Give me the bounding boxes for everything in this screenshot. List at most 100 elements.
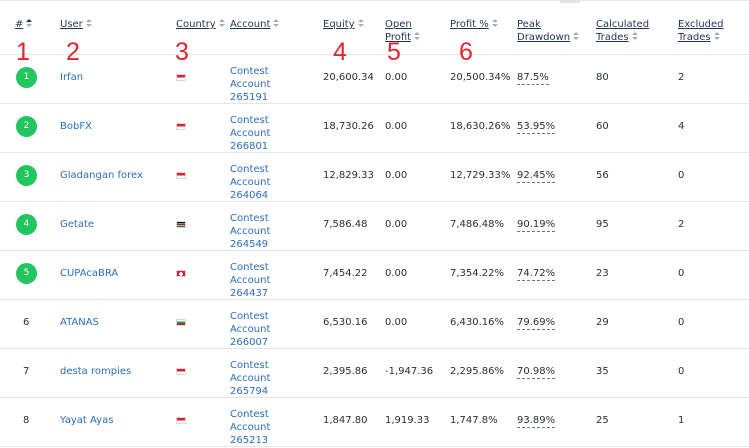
flag-switzerland-icon xyxy=(176,270,186,277)
profit-pct-value: 20,500.34% xyxy=(450,72,511,83)
excluded-trades-value: 0 xyxy=(678,268,685,279)
rank-badge: 2 xyxy=(16,116,37,137)
table-row: 3 Gladangan forex Contest Account 264064 … xyxy=(0,153,749,202)
peak-drawdown-value[interactable]: 79.69% xyxy=(517,317,556,330)
open-profit-value: 0.00 xyxy=(385,72,408,83)
calculated-trades-value: 80 xyxy=(596,72,609,83)
profit-pct-value: 7,354.22% xyxy=(450,268,505,279)
sort-icon xyxy=(713,32,720,41)
user-link[interactable]: Yayat Ayas xyxy=(60,415,113,426)
profit-pct-value: 1,747.8% xyxy=(450,415,498,426)
rank-badge: 4 xyxy=(16,214,37,235)
table-row: 7 desta rompies Contest Account 265794 2,… xyxy=(0,349,749,398)
excluded-trades-value: 0 xyxy=(678,170,685,181)
peak-drawdown-value[interactable]: 53.95% xyxy=(517,121,556,134)
account-link[interactable]: Contest Account 264549 xyxy=(230,212,310,251)
open-profit-value: 0.00 xyxy=(385,219,408,230)
sort-icon xyxy=(414,32,421,41)
table-row: 5 CUPAcaBRA Contest Account 264437 7,454.… xyxy=(0,251,749,300)
user-link[interactable]: BobFX xyxy=(60,121,92,132)
peak-drawdown-value[interactable]: 87.5% xyxy=(517,72,549,85)
header-account[interactable]: Account xyxy=(230,18,280,31)
open-profit-value: 0.00 xyxy=(385,170,408,181)
sort-icon xyxy=(357,19,364,28)
header-country[interactable]: Country xyxy=(176,18,225,31)
sort-icon xyxy=(26,19,33,28)
header-excluded-trades[interactable]: Excluded Trades xyxy=(678,18,724,44)
flag-kenya-icon xyxy=(176,221,186,228)
table-row: 6 ATANAS Contest Account 266007 6,530.16 … xyxy=(0,300,749,349)
peak-drawdown-value[interactable]: 70.98% xyxy=(517,366,556,379)
table-body: 1 Irfan Contest Account 265191 20,600.34 … xyxy=(0,55,749,447)
account-link[interactable]: Contest Account 266801 xyxy=(230,114,310,153)
equity-value: 18,730.26 xyxy=(323,121,374,132)
sort-icon xyxy=(491,19,498,28)
equity-value: 6,530.16 xyxy=(323,317,368,328)
equity-value: 7,586.48 xyxy=(323,219,368,230)
sort-icon xyxy=(85,19,92,28)
flag-indonesia-icon xyxy=(176,368,186,375)
header-profit-pct[interactable]: Profit % xyxy=(450,18,498,31)
account-link[interactable]: Contest Account 264064 xyxy=(230,163,310,202)
flag-indonesia-icon xyxy=(176,74,186,81)
header-equity[interactable]: Equity xyxy=(323,18,364,31)
user-link[interactable]: Getate xyxy=(60,219,94,230)
excluded-trades-value: 1 xyxy=(678,415,685,426)
rank-badge: 5 xyxy=(16,263,37,284)
equity-value: 7,454.22 xyxy=(323,268,368,279)
peak-drawdown-value[interactable]: 90.19% xyxy=(517,219,556,232)
sort-icon xyxy=(218,19,225,28)
profit-pct-value: 6,430.16% xyxy=(450,317,505,328)
user-link[interactable]: Gladangan forex xyxy=(60,170,143,181)
open-profit-value: 0.00 xyxy=(385,317,408,328)
excluded-trades-value: 2 xyxy=(678,72,685,83)
sort-icon xyxy=(273,19,280,28)
excluded-trades-value: 0 xyxy=(678,366,685,377)
account-link[interactable]: Contest Account 265794 xyxy=(230,359,310,398)
table-row: 2 BobFX Contest Account 266801 18,730.26 … xyxy=(0,104,749,153)
leaderboard-table: # User Country Account Equity Open Profit… xyxy=(0,0,749,447)
open-profit-value: 0.00 xyxy=(385,121,408,132)
open-profit-value: 0.00 xyxy=(385,268,408,279)
excluded-trades-value: 4 xyxy=(678,121,685,132)
calculated-trades-value: 60 xyxy=(596,121,609,132)
account-link[interactable]: Contest Account 265213 xyxy=(230,408,310,447)
table-row: 1 Irfan Contest Account 265191 20,600.34 … xyxy=(0,55,749,104)
equity-value: 20,600.34 xyxy=(323,72,374,83)
user-link[interactable]: desta rompies xyxy=(60,366,131,377)
peak-drawdown-value[interactable]: 74.72% xyxy=(517,268,556,281)
header-peak-drawdown[interactable]: Peak Drawdown xyxy=(517,18,580,44)
user-link[interactable]: ATANAS xyxy=(60,317,99,328)
open-profit-value: 1,919.33 xyxy=(385,415,430,426)
rank-badge: 3 xyxy=(16,165,37,186)
user-link[interactable]: CUPAcaBRA xyxy=(60,268,118,279)
calculated-trades-value: 56 xyxy=(596,170,609,181)
flag-indonesia-icon xyxy=(176,123,186,130)
profit-pct-value: 2,295.86% xyxy=(450,366,505,377)
header-rank[interactable]: # xyxy=(15,18,33,31)
excluded-trades-value: 0 xyxy=(678,317,685,328)
calculated-trades-value: 95 xyxy=(596,219,609,230)
peak-drawdown-value[interactable]: 92.45% xyxy=(517,170,556,183)
header-user[interactable]: User xyxy=(60,18,92,31)
profit-pct-value: 18,630.26% xyxy=(450,121,511,132)
rank-number: 7 xyxy=(23,366,30,377)
calculated-trades-value: 25 xyxy=(596,415,609,426)
open-profit-value: -1,947.36 xyxy=(385,366,434,377)
excluded-trades-value: 2 xyxy=(678,219,685,230)
account-link[interactable]: Contest Account 265191 xyxy=(230,65,310,104)
header-calculated-trades[interactable]: Calculated Trades xyxy=(596,18,649,44)
account-link[interactable]: Contest Account 264437 xyxy=(230,261,310,300)
profit-pct-value: 7,486.48% xyxy=(450,219,505,230)
rank-badge: 1 xyxy=(16,67,37,88)
peak-drawdown-value[interactable]: 93.89% xyxy=(517,415,556,428)
user-link[interactable]: Irfan xyxy=(60,72,83,83)
calculated-trades-value: 29 xyxy=(596,317,609,328)
equity-value: 2,395.86 xyxy=(323,366,368,377)
equity-value: 1,847.80 xyxy=(323,415,368,426)
calculated-trades-value: 35 xyxy=(596,366,609,377)
table-row: 4 Getate Contest Account 264549 7,586.48 … xyxy=(0,202,749,251)
table-header: # User Country Account Equity Open Profit… xyxy=(0,0,749,66)
account-link[interactable]: Contest Account 266007 xyxy=(230,310,310,349)
calculated-trades-value: 23 xyxy=(596,268,609,279)
